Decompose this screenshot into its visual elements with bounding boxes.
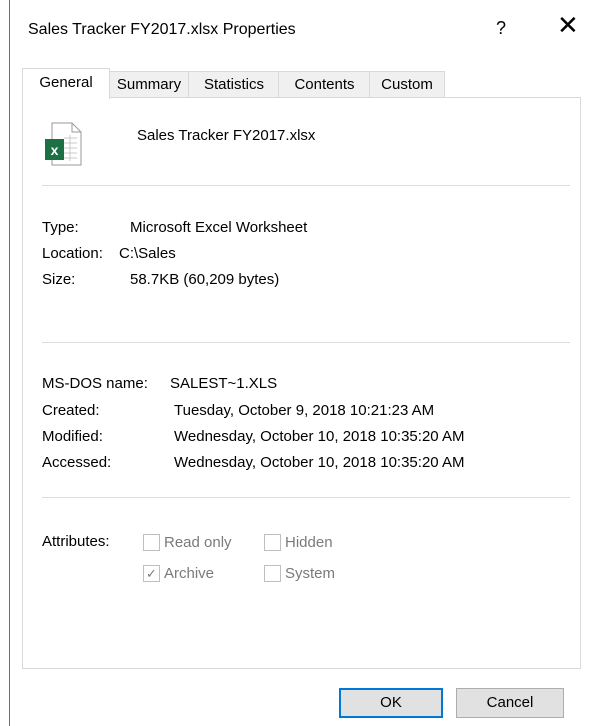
hidden-label: Hidden xyxy=(285,534,333,551)
tab-statistics[interactable]: Statistics xyxy=(188,71,280,98)
ok-button[interactable]: OK xyxy=(339,688,443,718)
tab-contents[interactable]: Contents xyxy=(278,71,371,98)
separator xyxy=(42,185,570,186)
cancel-button[interactable]: Cancel xyxy=(456,688,564,718)
created-label: Created: xyxy=(42,402,100,419)
checkbox-box xyxy=(143,534,160,551)
close-button[interactable]: ✕ xyxy=(557,12,579,38)
tab-summary[interactable]: Summary xyxy=(108,71,190,98)
tab-general[interactable]: General xyxy=(22,68,110,99)
separator xyxy=(42,342,570,343)
read-only-checkbox[interactable]: Read only xyxy=(143,534,232,551)
location-value: C:\Sales xyxy=(119,245,176,262)
title-bar: Sales Tracker FY2017.xlsx Properties ? ✕ xyxy=(10,0,595,62)
attributes-label: Attributes: xyxy=(42,533,110,550)
window-left-edge xyxy=(0,0,10,726)
read-only-label: Read only xyxy=(164,534,232,551)
svg-text:x: x xyxy=(51,142,59,158)
accessed-value: Wednesday, October 10, 2018 10:35:20 AM xyxy=(174,454,465,471)
checkbox-box xyxy=(264,534,281,551)
help-button[interactable]: ? xyxy=(496,18,506,39)
msdos-name-label: MS-DOS name: xyxy=(42,375,148,392)
file-name: Sales Tracker FY2017.xlsx xyxy=(137,127,316,144)
window-title: Sales Tracker FY2017.xlsx Properties xyxy=(28,21,296,38)
tab-custom[interactable]: Custom xyxy=(369,71,445,98)
location-label: Location: xyxy=(42,245,103,262)
hidden-checkbox[interactable]: Hidden xyxy=(264,534,333,551)
modified-label: Modified: xyxy=(42,428,103,445)
type-value: Microsoft Excel Worksheet xyxy=(130,219,308,236)
created-value: Tuesday, October 9, 2018 10:21:23 AM xyxy=(174,402,435,419)
system-checkbox[interactable]: System xyxy=(264,565,335,582)
modified-value: Wednesday, October 10, 2018 10:35:20 AM xyxy=(174,428,465,445)
accessed-label: Accessed: xyxy=(42,454,112,471)
archive-checkbox[interactable]: ✓ Archive xyxy=(143,565,214,582)
checkmark-icon: ✓ xyxy=(143,565,160,582)
msdos-name-value: SALEST~1.XLS xyxy=(170,375,278,392)
size-label: Size: xyxy=(42,271,76,288)
type-label: Type: xyxy=(42,219,79,236)
archive-label: Archive xyxy=(164,565,215,582)
separator xyxy=(42,497,570,498)
system-label: System xyxy=(285,565,336,582)
size-value: 58.7KB (60,209 bytes) xyxy=(130,271,280,288)
checkbox-box xyxy=(264,565,281,582)
excel-file-icon: x xyxy=(45,122,82,166)
